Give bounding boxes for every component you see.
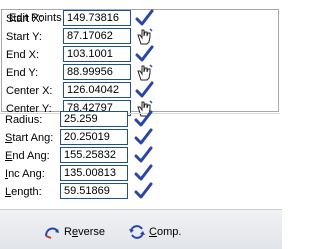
start-ang-field[interactable]: 20.25019	[60, 129, 128, 145]
check-icon[interactable]	[133, 146, 153, 165]
end-ang-label: End Ang:	[5, 150, 50, 162]
reverse-button[interactable]: Reverse	[43, 222, 105, 242]
comp-icon	[128, 223, 146, 241]
start-ang-row: Start Ang: 20.25019	[0, 128, 170, 147]
inc-ang-field[interactable]: 135.00813	[60, 165, 128, 181]
comp-label: Comp.	[149, 226, 182, 238]
end-x-row: End X: 103.1001	[0, 45, 170, 64]
check-icon[interactable]	[133, 110, 153, 129]
center-x-label: Center X:	[6, 85, 53, 97]
inc-ang-label: Inc Ang:	[5, 168, 45, 180]
check-icon[interactable]	[134, 9, 154, 28]
end-x-label: End X:	[6, 49, 40, 61]
reverse-label: Reverse	[64, 226, 105, 238]
length-label: Length:	[5, 186, 42, 198]
length-row: Length: 59.51869	[0, 182, 170, 201]
length-field[interactable]: 59.51869	[60, 183, 128, 199]
start-ang-label: Start Ang:	[5, 132, 54, 144]
start-y-row: Start Y: 87.17062	[0, 28, 170, 46]
end-y-label: End Y:	[6, 67, 39, 79]
end-ang-field[interactable]: 155.25832	[60, 147, 128, 163]
start-y-field[interactable]: 87.17062	[63, 28, 131, 44]
radius-row: Radius: 25.259	[0, 110, 170, 129]
start-x-row: Start X: 149.73816	[0, 9, 170, 28]
check-icon[interactable]	[133, 164, 153, 183]
end-y-row: End Y: 88.99956	[0, 64, 170, 82]
check-icon[interactable]	[134, 45, 154, 64]
radius-label: Radius:	[5, 114, 43, 126]
end-ang-row: End Ang: 155.25832	[0, 146, 170, 165]
end-y-field[interactable]: 88.99956	[63, 64, 131, 80]
start-x-field[interactable]: 149.73816	[63, 10, 131, 26]
comp-button[interactable]: Comp.	[128, 222, 181, 242]
start-x-label: Start X:	[6, 13, 43, 25]
pick-hand-icon[interactable]	[134, 63, 154, 82]
reverse-icon	[43, 223, 61, 241]
footer-toolbar: Reverse Comp.	[0, 209, 282, 249]
inc-ang-row: Inc Ang: 135.00813	[0, 164, 170, 183]
end-x-field[interactable]: 103.1001	[63, 46, 131, 62]
radius-field[interactable]: 25.259	[60, 111, 128, 127]
check-icon[interactable]	[133, 128, 153, 147]
pick-hand-icon[interactable]	[134, 27, 154, 46]
center-x-field[interactable]: 126.04042	[63, 82, 131, 98]
check-icon[interactable]	[133, 182, 153, 201]
center-x-row: Center X: 126.04042	[0, 81, 170, 100]
start-y-label: Start Y:	[6, 31, 42, 43]
check-icon[interactable]	[134, 81, 154, 100]
edit-points-panel: Edit Points Start X: 149.73816 Start Y: …	[0, 0, 282, 249]
